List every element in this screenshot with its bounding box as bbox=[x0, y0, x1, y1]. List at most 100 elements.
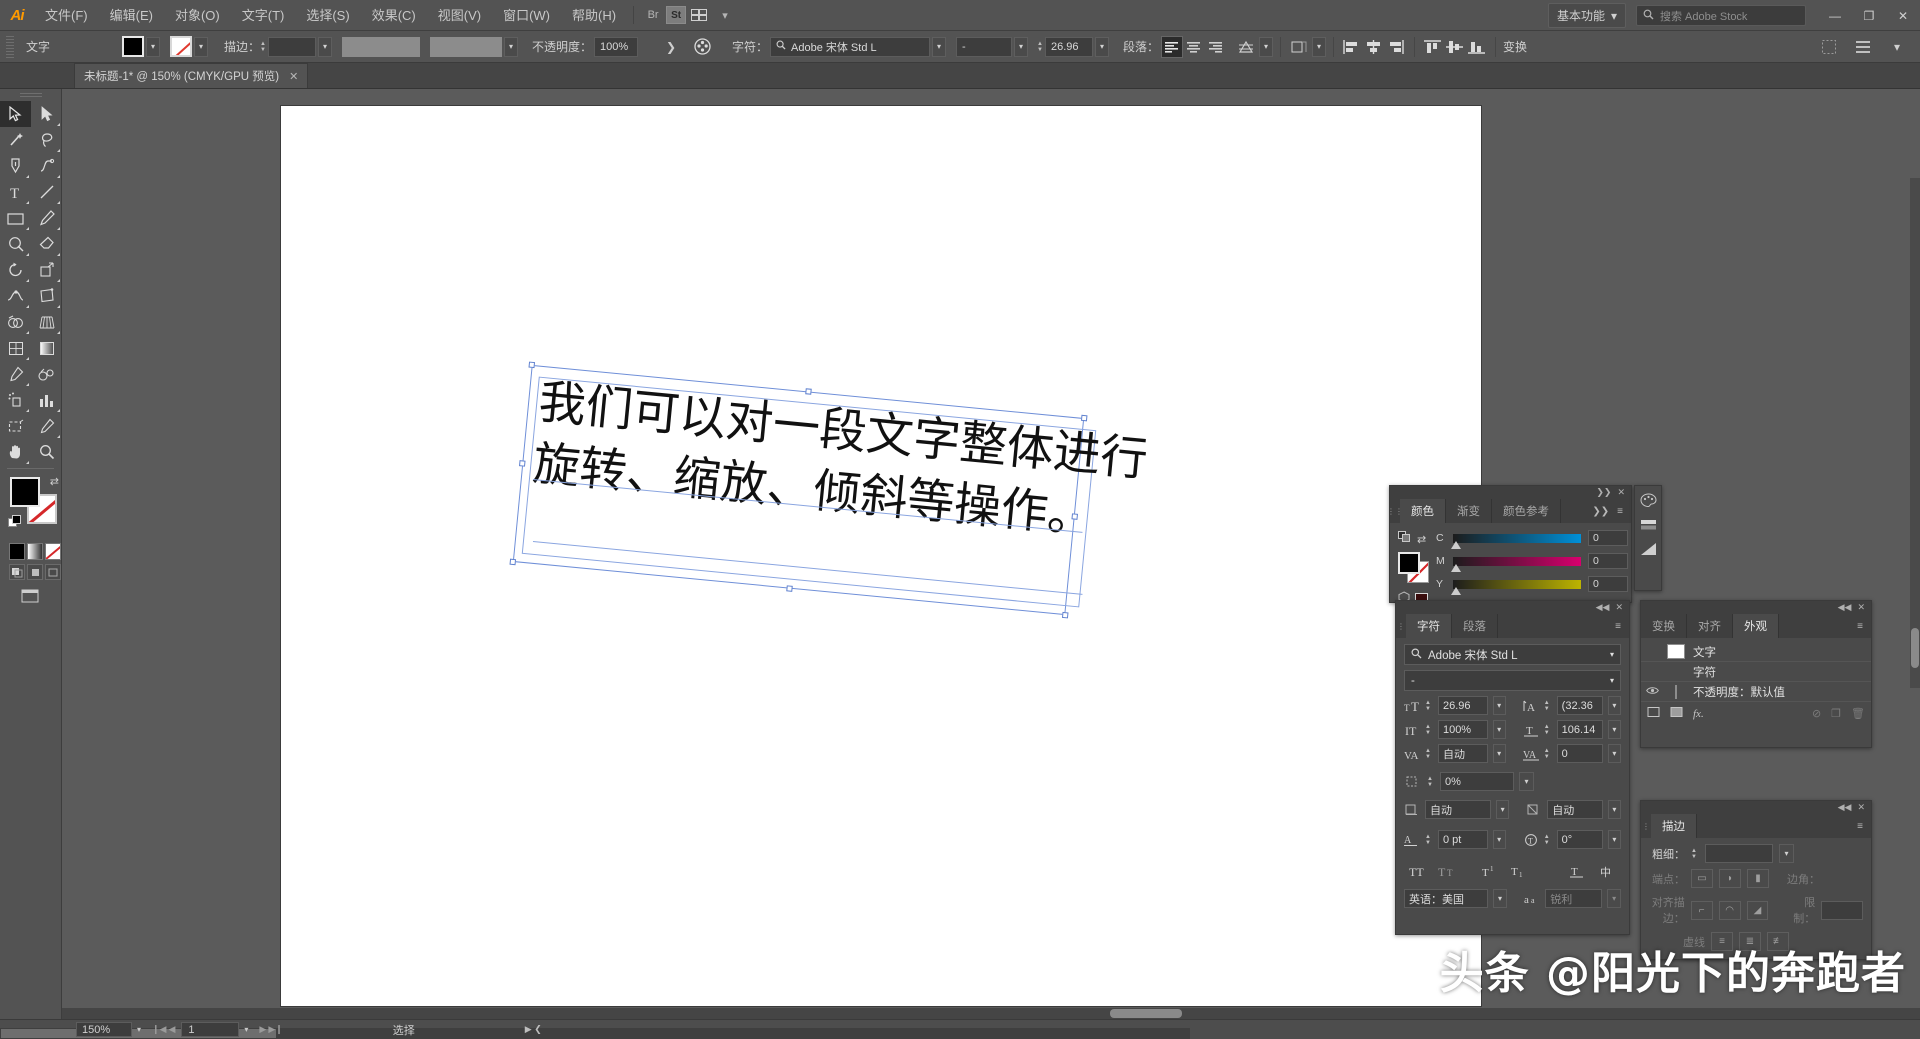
artboard-number-field[interactable]: 1 bbox=[181, 1022, 239, 1037]
canvas-horizontal-scrollbar[interactable] bbox=[62, 1008, 1920, 1019]
tsume-stepper[interactable]: ▲▼ bbox=[1427, 776, 1433, 788]
vertical-scale-field[interactable]: 100% bbox=[1438, 720, 1488, 739]
arrange-documents-icon[interactable] bbox=[686, 4, 712, 26]
menu-view[interactable]: 视图(V) bbox=[427, 0, 492, 31]
color-mode-gradient-icon[interactable] bbox=[27, 543, 43, 560]
character-rotation-chevron-down-icon[interactable]: ▾ bbox=[1608, 830, 1621, 849]
font-style-chevron-down-icon[interactable]: ▾ bbox=[1610, 676, 1614, 685]
strikethrough-icon[interactable]: 中 bbox=[1592, 861, 1621, 881]
brushes-dock-icon[interactable] bbox=[1640, 542, 1657, 561]
visibility-eye-icon[interactable] bbox=[1645, 686, 1659, 698]
font-size-chevron-down-icon[interactable]: ▾ bbox=[1493, 696, 1506, 715]
handle-bottom-right[interactable] bbox=[1062, 612, 1069, 619]
leading-chevron-down-icon[interactable]: ▾ bbox=[1608, 696, 1621, 715]
character-panel-grip[interactable]: ⋮ bbox=[1396, 614, 1406, 638]
swatches-dock-icon[interactable] bbox=[1640, 518, 1657, 537]
canvas-vertical-scrollbar[interactable] bbox=[1910, 178, 1920, 688]
blend-tool[interactable] bbox=[31, 361, 62, 387]
stroke-weight-field[interactable] bbox=[1705, 844, 1773, 863]
font-style-field[interactable]: - bbox=[956, 37, 1012, 57]
align-left-icon[interactable] bbox=[1161, 36, 1183, 58]
align-v-top-icon[interactable] bbox=[1422, 36, 1444, 58]
swap-fill-stroke-icon[interactable]: ⇄ bbox=[50, 475, 59, 488]
appearance-swatch-type[interactable] bbox=[1667, 644, 1685, 659]
character-rotation-stepper[interactable]: ▲▼ bbox=[1544, 834, 1550, 846]
color-panel-grip[interactable]: ⋮⋮ bbox=[1390, 499, 1400, 523]
stroke-panel-close-icon[interactable]: ✕ bbox=[1857, 802, 1865, 813]
character-panel-header[interactable]: ◀◀ ✕ bbox=[1396, 601, 1629, 614]
stroke-panel-header[interactable]: ◀◀ ✕ bbox=[1641, 801, 1871, 814]
opacity-mask-chevron-down-icon[interactable]: ▾ bbox=[1312, 37, 1326, 57]
selection-tool[interactable] bbox=[0, 101, 31, 127]
text-wrap-chevron-down-icon[interactable]: ▾ bbox=[1259, 37, 1273, 57]
align-v-bottom-icon[interactable] bbox=[1466, 36, 1488, 58]
color-panel-overflow-icon[interactable]: ❯❯ bbox=[1592, 506, 1609, 517]
vertical-scale-stepper[interactable]: ▲▼ bbox=[1425, 724, 1431, 736]
zoom-chevron-down-icon[interactable]: ▾ bbox=[132, 1022, 146, 1037]
artboard-chevron-down-icon[interactable]: ▾ bbox=[239, 1022, 253, 1037]
clear-appearance-icon[interactable]: ⊘ bbox=[1812, 707, 1821, 720]
menu-edit[interactable]: 编辑(E) bbox=[99, 0, 164, 31]
tab-stroke[interactable]: 描边 bbox=[1651, 814, 1697, 838]
handle-bottom-left[interactable] bbox=[510, 559, 517, 566]
control-bar-grip[interactable] bbox=[6, 36, 14, 58]
minimize-button[interactable]: — bbox=[1818, 0, 1852, 31]
pen-tool[interactable] bbox=[0, 153, 31, 179]
appearance-row-opacity[interactable]: 不透明度：默认值 bbox=[1641, 682, 1871, 702]
color-panel-fill-swatch[interactable] bbox=[1398, 552, 1420, 574]
color-panel-menu-icon[interactable]: ≡ bbox=[1617, 506, 1623, 517]
workspace-switcher[interactable]: 基本功能 ▾ bbox=[1548, 3, 1626, 28]
channel-ramp-c[interactable] bbox=[1453, 534, 1581, 543]
tab-paragraph[interactable]: 段落 bbox=[1452, 614, 1498, 638]
font-size-field[interactable]: 26.96 bbox=[1045, 37, 1093, 57]
align-right-icon[interactable] bbox=[1205, 36, 1227, 58]
cap-round-icon[interactable]: ◗ bbox=[1719, 869, 1741, 888]
language-chevron-down-icon[interactable]: ▾ bbox=[1493, 889, 1507, 908]
horizontal-scale-chevron-down-icon[interactable]: ▾ bbox=[1608, 720, 1621, 739]
small-caps-icon[interactable]: TT bbox=[1433, 861, 1462, 881]
font-size-chevron-down-icon[interactable]: ▾ bbox=[1095, 37, 1109, 57]
add-new-fill-icon[interactable] bbox=[1670, 706, 1683, 721]
baseline-shift-field[interactable]: 0 pt bbox=[1438, 830, 1488, 849]
tab-character[interactable]: 字符 bbox=[1406, 614, 1452, 638]
fill-stroke-toggle-icon[interactable] bbox=[1398, 530, 1411, 548]
tsume-chevron-down-icon[interactable]: ▾ bbox=[1519, 772, 1534, 791]
vertical-scale-chevron-down-icon[interactable]: ▾ bbox=[1493, 720, 1506, 739]
restore-button[interactable]: ❐ bbox=[1852, 0, 1886, 31]
stroke-panel-collapse-icon[interactable]: ◀◀ bbox=[1838, 802, 1852, 813]
channel-thumb-m[interactable] bbox=[1451, 564, 1461, 572]
character-rotation-field[interactable]: 0° bbox=[1557, 830, 1603, 849]
appearance-row-type[interactable]: 文字 bbox=[1641, 642, 1871, 662]
default-fill-stroke-icon[interactable] bbox=[8, 515, 22, 529]
font-family-select[interactable]: Adobe 宋体 Std L ▾ bbox=[1404, 644, 1621, 665]
direct-selection-tool[interactable] bbox=[31, 101, 62, 127]
corner-miter-icon[interactable]: ⌐ bbox=[1691, 901, 1713, 920]
corner-round-icon[interactable]: ◠ bbox=[1719, 901, 1741, 920]
stroke-color-swatch[interactable] bbox=[170, 36, 192, 57]
mojikumi-field[interactable]: 自动 bbox=[1425, 800, 1491, 819]
duplicate-item-icon[interactable]: ❐ bbox=[1831, 707, 1841, 720]
add-new-stroke-icon[interactable] bbox=[1647, 706, 1660, 721]
mojikumi-chevron-down-icon[interactable]: ▾ bbox=[1496, 800, 1509, 819]
next-artboard-icon[interactable]: ▶ bbox=[259, 1024, 266, 1035]
align-h-center-icon[interactable] bbox=[1363, 36, 1385, 58]
curvature-tool[interactable] bbox=[31, 153, 62, 179]
stock-icon[interactable]: St bbox=[666, 6, 686, 24]
tab-transform[interactable]: 变换 bbox=[1641, 614, 1687, 638]
arrange-chevron-down-icon[interactable]: ▾ bbox=[712, 4, 738, 26]
baseline-shift-chevron-down-icon[interactable]: ▾ bbox=[1493, 830, 1506, 849]
anti-alias-chevron-down-icon[interactable]: ▾ bbox=[1607, 889, 1621, 908]
character-panel-collapse-icon[interactable]: ◀◀ bbox=[1596, 602, 1610, 613]
channel-value-y[interactable]: 0 bbox=[1588, 576, 1628, 592]
swap-colors-icon[interactable]: ⇄ bbox=[1417, 533, 1426, 546]
shape-builder-tool[interactable] bbox=[0, 309, 31, 335]
units-icon[interactable] bbox=[1818, 36, 1840, 58]
character-panel-menu-icon[interactable]: ≡ bbox=[1615, 621, 1621, 632]
horizontal-scale-stepper[interactable]: ▲▼ bbox=[1544, 724, 1550, 736]
corner-bevel-icon[interactable]: ◢ bbox=[1747, 901, 1769, 920]
line-segment-tool[interactable] bbox=[31, 179, 62, 205]
color-slider-m[interactable]: M 0 % bbox=[1436, 553, 1644, 569]
transform-button[interactable]: 变换 bbox=[1503, 38, 1527, 55]
recolor-artwork-icon[interactable] bbox=[692, 36, 714, 58]
zoom-tool[interactable] bbox=[31, 439, 62, 465]
